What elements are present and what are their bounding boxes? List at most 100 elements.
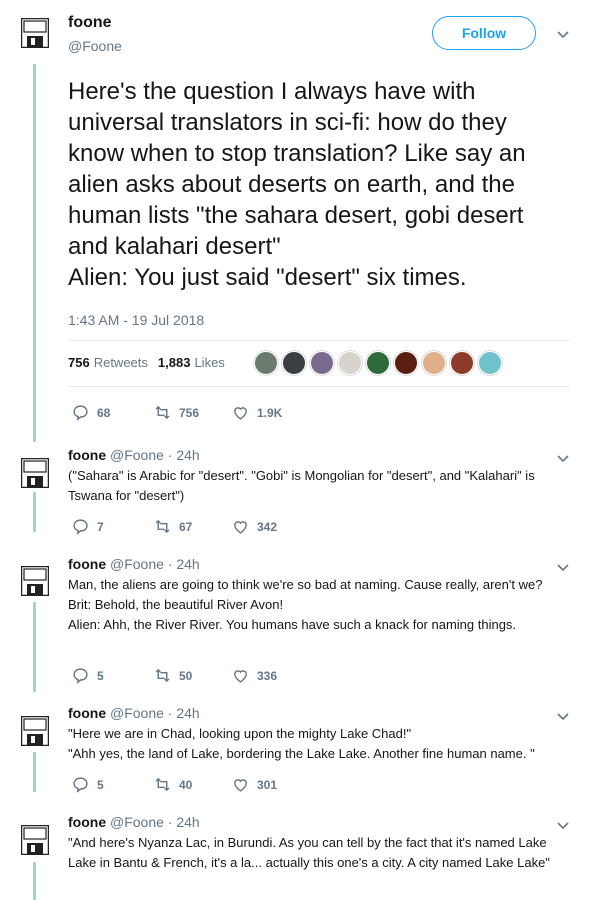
retweet-icon [155,405,170,420]
thread-line [33,752,36,792]
reply-author-name[interactable]: foone [68,705,106,721]
chevron-down-icon[interactable] [557,713,569,721]
likes-count: 1,883 [157,355,191,370]
liker-avatar[interactable] [478,351,502,375]
liker-avatar[interactable] [366,351,390,375]
reply-header: foone @Foone · 24h [68,705,200,721]
retweet-button[interactable]: 40 [154,776,232,793]
liker-avatar[interactable] [394,351,418,375]
reply-button[interactable]: 5 [72,667,154,684]
thread-line [33,492,36,532]
floppy-disk-icon [21,18,49,48]
liker-avatar[interactable] [338,351,362,375]
reply-button[interactable]: 68 [72,404,154,421]
reply-meta[interactable]: @Foone · 24h [110,447,200,463]
like-count: 301 [257,777,278,792]
tweet-stats: 756 Retweets 1,883 Likes [68,355,225,370]
floppy-disk-icon [21,825,49,855]
floppy-disk-icon [21,458,49,488]
like-button[interactable]: 301 [232,776,277,793]
reply-text: "Here we are in Chad, looking upon the m… [68,726,535,761]
like-button[interactable]: 342 [232,518,277,535]
likes-stat[interactable]: 1,883 Likes [158,355,225,370]
retweets-stat[interactable]: 756 Retweets [68,355,148,370]
reply-author-name[interactable]: foone [68,556,106,572]
reply-meta[interactable]: @Foone · 24h [110,556,200,572]
follow-button[interactable]: Follow [432,16,536,50]
liker-avatar[interactable] [254,351,278,375]
reply-button[interactable]: 7 [72,518,154,535]
reply-header: foone @Foone · 24h [68,447,200,463]
floppy-disk-icon [21,566,49,596]
reply-header: foone @Foone · 24h [68,556,200,572]
liker-avatar[interactable] [422,351,446,375]
like-count: 1.9K [257,405,283,420]
reply-actions: 7 67 342 [72,518,277,535]
reply-icon [73,668,88,684]
retweets-count: 756 [68,355,90,370]
heart-icon [234,407,247,420]
retweet-count: 67 [179,519,193,534]
floppy-disk-icon [21,716,49,746]
retweet-button[interactable]: 756 [154,404,232,421]
reply-meta[interactable]: @Foone · 24h [110,814,200,830]
tweet-actions: 68 756 1.9K [72,404,282,421]
avatar[interactable] [21,458,49,488]
avatar[interactable] [21,18,49,48]
reply-button[interactable]: 5 [72,776,154,793]
avatar[interactable] [21,566,49,596]
liker-avatar[interactable] [450,351,474,375]
chevron-down-icon[interactable] [557,564,569,572]
author-name[interactable]: foone [68,14,112,32]
retweet-button[interactable]: 50 [154,667,232,684]
retweet-count: 50 [179,668,193,683]
reply-text: ("Sahara" is Arabic for "desert". "Gobi"… [68,468,535,503]
retweet-button[interactable]: 67 [154,518,232,535]
retweet-count: 756 [179,405,200,420]
like-count: 342 [257,519,278,534]
reply-count: 7 [97,519,104,534]
reply-actions: 5 40 301 [72,776,277,793]
reply-actions: 5 50 336 [72,667,277,684]
retweet-icon [155,777,170,792]
thread-line [33,602,36,692]
tweet-timestamp[interactable]: 1:43 AM - 19 Jul 2018 [68,312,204,328]
retweets-label: Retweets [93,355,148,370]
heart-icon [234,779,247,792]
retweet-icon [155,519,170,534]
reply-count: 5 [97,777,104,792]
heart-icon [234,521,247,534]
reply-header: foone @Foone · 24h [68,814,200,830]
liker-avatar[interactable] [310,351,334,375]
reply-count: 68 [97,405,111,420]
reply-meta[interactable]: @Foone · 24h [110,705,200,721]
author-handle[interactable]: @Foone [68,38,122,54]
reply-author-name[interactable]: foone [68,814,106,830]
thread-line [33,64,36,442]
retweet-icon [155,668,170,683]
chevron-down-icon[interactable] [557,822,569,830]
liker-avatars [254,351,506,375]
likes-label: Likes [194,355,225,370]
reply-icon [73,777,88,793]
avatar[interactable] [21,716,49,746]
retweet-count: 40 [179,777,193,792]
reply-text: Man, the aliens are going to think we're… [68,577,543,632]
divider [68,340,570,341]
reply-text: "And here's Nyanza Lac, in Burundi. As y… [68,835,550,870]
tweet-text: Here's the question I always have with u… [68,78,526,291]
liker-avatar[interactable] [282,351,306,375]
thread-line [33,862,36,900]
reply-icon [73,405,88,421]
reply-count: 5 [97,668,104,683]
chevron-down-icon[interactable] [557,31,569,39]
divider [68,386,570,387]
like-count: 336 [257,668,278,683]
like-button[interactable]: 336 [232,667,277,684]
reply-icon [73,519,88,535]
heart-icon [234,670,247,683]
like-button[interactable]: 1.9K [232,404,282,421]
avatar[interactable] [21,825,49,855]
reply-author-name[interactable]: foone [68,447,106,463]
chevron-down-icon[interactable] [557,455,569,463]
